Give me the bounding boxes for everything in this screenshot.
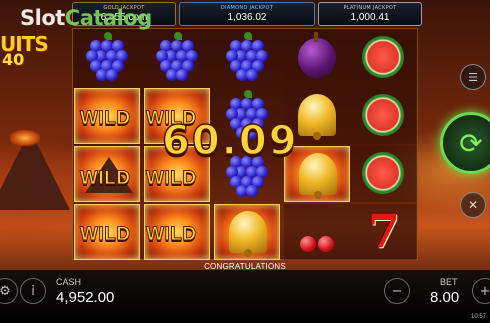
gear-icon: ⚙ xyxy=(0,283,11,299)
wild-label: WILD xyxy=(80,108,131,130)
menu-button[interactable]: ☰ xyxy=(460,64,486,90)
bell-icon xyxy=(229,211,267,257)
cherry-icon xyxy=(298,216,338,252)
bet-decrease-button[interactable]: − xyxy=(384,278,410,304)
plus-icon: + xyxy=(479,283,490,299)
watermelon-icon xyxy=(362,152,404,194)
reel-cell xyxy=(350,30,416,86)
reel-cell xyxy=(74,30,140,86)
wild-label: WILD xyxy=(80,224,131,246)
watermark-part-2: Catalog xyxy=(64,6,152,30)
info-button[interactable]: i xyxy=(20,278,46,304)
win-amount: 60.09 xyxy=(161,117,299,165)
bell-icon xyxy=(299,153,337,199)
wild-label: WILD xyxy=(146,224,197,246)
info-icon: i xyxy=(31,283,35,299)
reel-cell xyxy=(214,30,280,86)
bell-icon xyxy=(298,94,336,140)
watermark: SlotCatalog xyxy=(20,6,152,30)
logo-line-3: 40 xyxy=(2,50,25,69)
cash-label: CASH xyxy=(56,277,82,287)
wild-label: WILD xyxy=(80,168,131,190)
platinum-jackpot: PLATINUM JACKPOT 1,000.41 xyxy=(318,2,422,26)
menu-icon: ☰ xyxy=(468,70,478,84)
seven-icon: 7 xyxy=(368,204,401,258)
volcano-glow xyxy=(10,130,40,146)
grapes-icon xyxy=(226,32,268,82)
bet-value: 8.00 xyxy=(430,289,460,306)
close-button[interactable]: ✕ xyxy=(460,192,486,218)
reel-cell xyxy=(144,30,210,86)
wild-label: WILD xyxy=(146,168,197,190)
reel-cell xyxy=(214,204,280,260)
watermelon-icon xyxy=(362,36,404,78)
reel-cell xyxy=(284,204,350,260)
reel-cell xyxy=(350,146,416,202)
diamond-jackpot: DIAMOND JACKPOT 1,036.02 xyxy=(179,2,315,26)
diamond-jackpot-label: DIAMOND JACKPOT xyxy=(220,5,274,11)
clock: 10:57 xyxy=(470,314,486,320)
bet-label: BET xyxy=(440,277,458,287)
platinum-jackpot-label: PLATINUM JACKPOT xyxy=(343,5,397,11)
watermelon-icon xyxy=(362,94,404,136)
platinum-jackpot-value: 1,000.41 xyxy=(350,12,390,23)
reel-cell: 7 xyxy=(350,204,416,260)
spin-icon: ⟳ xyxy=(459,126,483,160)
reel-cell xyxy=(284,30,350,86)
minus-icon: − xyxy=(391,283,403,299)
grapes-icon xyxy=(156,32,198,82)
cash-value: 4,952.00 xyxy=(56,289,115,306)
close-icon: ✕ xyxy=(467,198,479,212)
reel-cell xyxy=(350,88,416,144)
watermark-part-1: Slot xyxy=(20,6,65,30)
grapes-icon xyxy=(86,32,128,82)
plum-icon xyxy=(298,32,336,78)
diamond-jackpot-value: 1,036.02 xyxy=(227,12,267,23)
